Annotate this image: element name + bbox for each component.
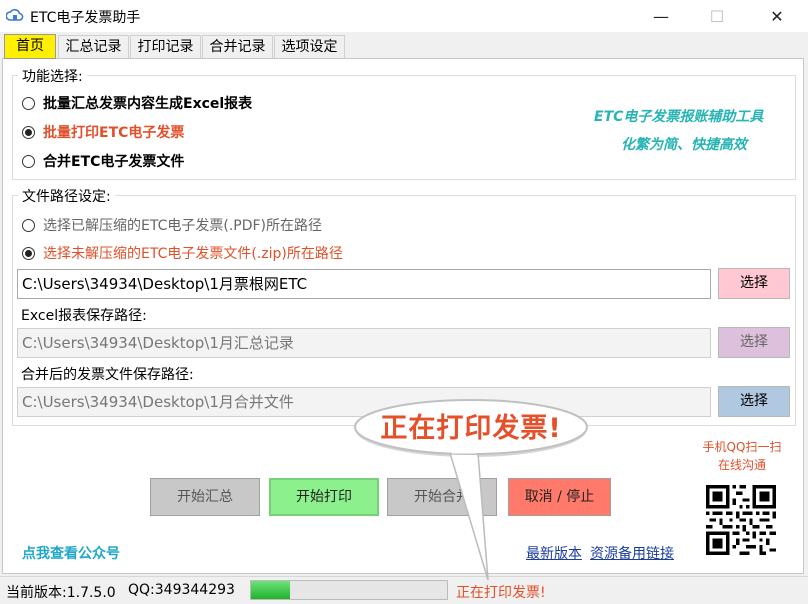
radio-circle (22, 154, 35, 168)
public-account-link[interactable]: 点我查看公众号 (22, 543, 120, 563)
select-excel-button[interactable]: 选择 (718, 327, 790, 358)
qq-label: QQ:349344293 (128, 582, 235, 598)
radio-pdf-path[interactable]: 选择已解压缩的ETC电子发票(.PDF)所在路径 (22, 215, 322, 235)
radio-batch-summary[interactable]: 批量汇总发票内容生成Excel报表 (22, 93, 252, 113)
radio-circle-checked (22, 125, 35, 139)
minimize-button[interactable]: — (638, 0, 684, 32)
path-group-legend: 文件路径设定: (18, 186, 115, 206)
start-summary-button[interactable]: 开始汇总 (150, 478, 260, 516)
radio-batch-print[interactable]: 批量打印ETC电子发票 (22, 122, 184, 142)
merge-path-label: 合并后的发票文件保存路径: (21, 367, 194, 383)
radio-circle-checked (22, 246, 35, 260)
tab-home[interactable]: 首页 (4, 34, 56, 59)
tab-print-records[interactable]: 打印记录 (130, 35, 201, 58)
slogan-line-1: ETC电子发票报账辅助工具 (594, 109, 764, 125)
excel-path-label: Excel报表保存路径: (21, 308, 147, 324)
tab-merge-records[interactable]: 合并记录 (202, 35, 273, 58)
radio-label: 批量打印ETC电子发票 (43, 125, 185, 141)
radio-merge-files[interactable]: 合并ETC电子发票文件 (22, 151, 184, 171)
qr-code-icon[interactable] (706, 485, 776, 555)
progress-bar-fill (251, 581, 290, 599)
source-path-field[interactable]: C:\Users\34934\Desktop\1月票根网ETC (17, 269, 711, 299)
close-button[interactable]: ✕ (754, 0, 800, 32)
callout-text: 正在打印发票! (380, 413, 562, 444)
slogan-line-2: 化繁为简、快捷高效 (621, 137, 747, 153)
select-merge-button[interactable]: 选择 (718, 386, 790, 417)
excel-path-field[interactable]: C:\Users\34934\Desktop\1月汇总记录 (17, 328, 711, 358)
qr-caption-line-2: 在线沟通 (717, 458, 766, 472)
radio-circle (22, 96, 35, 110)
radio-label: 选择已解压缩的ETC电子发票(.PDF)所在路径 (43, 218, 323, 234)
radio-zip-path[interactable]: 选择未解压缩的ETC电子发票文件(.zip)所在路径 (22, 243, 343, 263)
app-logo-icon (6, 8, 24, 21)
function-group-legend: 功能选择: (18, 66, 87, 86)
window-title: ETC电子发票助手 (30, 10, 141, 26)
tab-options[interactable]: 选项设定 (274, 35, 345, 58)
tab-summary-records[interactable]: 汇总记录 (58, 35, 129, 58)
radio-label: 选择未解压缩的ETC电子发票文件(.zip)所在路径 (43, 246, 343, 262)
select-source-button[interactable]: 选择 (718, 268, 790, 299)
maximize-button[interactable]: ☐ (694, 0, 740, 32)
radio-label: 合并ETC电子发票文件 (43, 154, 185, 170)
radio-circle (22, 218, 35, 232)
backup-link[interactable]: 资源备用链接 (590, 543, 674, 563)
radio-label: 批量汇总发票内容生成Excel报表 (43, 96, 253, 112)
version-label: 当前版本:1.7.5.0 (6, 585, 116, 601)
qr-caption: 手机QQ扫一扫 在线沟通 (690, 438, 794, 474)
qr-caption-line-1: 手机QQ扫一扫 (702, 440, 782, 454)
